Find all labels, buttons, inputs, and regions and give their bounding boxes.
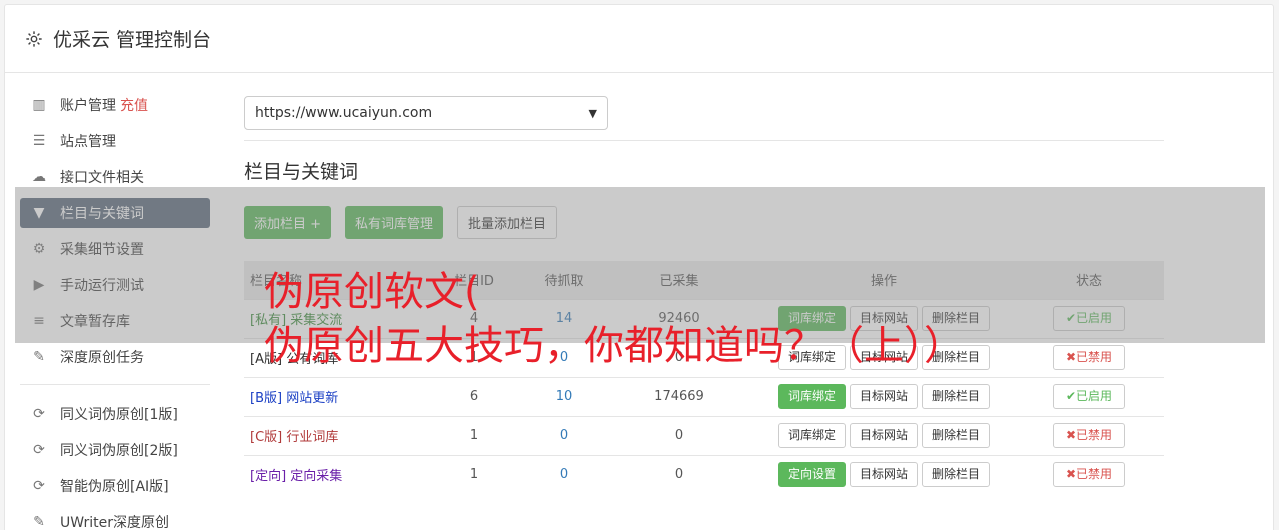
cell-status: ✖已禁用 [1014,415,1164,455]
sidebar-item[interactable]: ✎ 深度原创任务 [20,342,210,372]
status-toggle[interactable]: ✖已禁用 [1053,462,1125,488]
target-site-button[interactable]: 目标网站 [849,462,918,488]
column-name: 网站更新 [286,391,339,406]
cell-actions: 定向设置 目标网站 删除栏目 [754,454,1014,494]
cell-id: 1 [424,454,524,494]
target-site-button[interactable]: 目标网站 [849,384,918,409]
recharge-link[interactable]: 充值 [120,95,148,115]
cell-status: ✖已禁用 [1014,454,1164,494]
status-label: 已禁用 [1076,467,1113,482]
cell-actions: 词库绑定 目标网站 删除栏目 [754,376,1014,416]
status-label: 已禁用 [1076,428,1113,442]
overlay-line-1: 伪原创软文( [264,269,480,315]
cell-name[interactable]: [定向] 定向采集 [244,454,424,494]
status-toggle[interactable]: ✖已禁用 [1053,423,1125,448]
bind-lexicon-button[interactable]: 词库绑定 [777,384,846,409]
refresh-icon: ⟳ [33,406,45,422]
cell-status: ✖已禁用 [1014,337,1164,377]
server-icon: ☰ [32,133,46,149]
table-row: [定向] 定向采集 1 0 0 定向设置 目标网站 删除栏目 ✖已禁用 [244,454,1164,494]
sidebar-item-label: 同义词伪原创[2版] [60,443,178,459]
site-select-value: https://www.ucaiyun.com [255,105,433,121]
sidebar-item[interactable]: ▥ 账户管理 充值 [20,90,210,120]
sidebar-item-label: 账户管理 [60,98,116,114]
cell-name[interactable]: [B版] 网站更新 [244,376,424,416]
cell-pending[interactable]: 10 [524,376,604,416]
cell-collected: 0 [604,454,754,494]
sidebar-item[interactable]: ☰ 站点管理 [20,126,210,156]
table-row: [B版] 网站更新 6 10 174669 词库绑定 目标网站 删除栏目 ✔已启用 [244,376,1164,416]
column-name: 行业词库 [286,430,339,445]
refresh-icon: ⟳ [33,442,45,458]
bar-chart-icon: ▥ [32,97,46,113]
status-toggle[interactable]: ✖已禁用 [1053,345,1125,370]
sidebar-item-label: 站点管理 [60,134,116,150]
sidebar-item-label: 接口文件相关 [60,170,144,186]
delete-column-button[interactable]: 删除栏目 [922,384,991,409]
cell-actions: 词库绑定 目标网站 删除栏目 [754,415,1014,455]
bind-lexicon-button[interactable]: 定向设置 [777,462,846,488]
cell-id: 6 [424,376,524,416]
cell-collected: 174669 [604,376,754,416]
page-title: 优采云 管理控制台 [53,29,212,51]
edit-icon: ✎ [33,514,45,530]
edit-icon: ✎ [33,349,45,365]
chevron-down-icon: ▼ [588,106,597,120]
divider [244,140,1164,141]
sidebar-item-label: 同义词伪原创[1版] [60,407,178,423]
table-row: [C版] 行业词库 1 0 0 词库绑定 目标网站 删除栏目 ✖已禁用 [244,415,1164,455]
delete-column-button[interactable]: 删除栏目 [922,423,991,448]
section-title: 栏目与关键词 [244,161,359,183]
sidebar-item-label: 深度原创任务 [60,350,144,366]
sidebar-item-label: 智能伪原创[AI版] [60,479,169,495]
delete-column-button[interactable]: 删除栏目 [922,462,991,488]
check-icon: ✔ [1065,389,1077,403]
bind-lexicon-button[interactable]: 词库绑定 [777,423,846,448]
column-name: 定向采集 [290,469,343,485]
target-site-button[interactable]: 目标网站 [849,423,918,448]
column-tag: [B版] [250,391,283,406]
cloud-upload-icon: ☁ [32,169,46,185]
cell-id: 1 [424,415,524,455]
cell-pending[interactable]: 0 [524,415,604,455]
sidebar-item[interactable]: ⟳ 同义词伪原创[2版] [20,435,210,465]
gear-icon [26,30,42,47]
sidebar-divider [20,384,210,385]
page-header: 优采云 管理控制台 [5,5,1273,73]
site-select[interactable]: https://www.ucaiyun.com ▼ [244,96,608,130]
cell-name[interactable]: [C版] 行业词库 [244,415,424,455]
overlay-caption: 伪原创软文( 伪原创五大技巧，你都知道吗？（上）） [264,265,964,373]
cross-icon: ✖ [1065,428,1077,442]
cross-icon: ✖ [1065,467,1077,482]
cell-collected: 0 [604,415,754,455]
sidebar-item[interactable]: ⟳ 同义词伪原创[1版] [20,399,210,429]
status-label: 已启用 [1076,389,1113,403]
status-label: 已禁用 [1076,350,1113,364]
column-tag: [C版] [250,430,283,445]
cell-status: ✔已启用 [1014,376,1164,416]
sidebar-item-label: UWriter深度原创 [60,515,169,530]
status-toggle[interactable]: ✔已启用 [1053,384,1125,409]
sidebar-item[interactable]: ✎ UWriter深度原创 [20,507,210,530]
refresh-icon: ⟳ [33,478,45,494]
cross-icon: ✖ [1065,350,1077,364]
sidebar-item[interactable]: ⟳ 智能伪原创[AI版] [20,471,210,501]
overlay-line-2: 伪原创五大技巧，你都知道吗？（上）） [264,323,964,369]
column-tag: [定向] [250,469,287,485]
cell-pending[interactable]: 0 [524,454,604,494]
